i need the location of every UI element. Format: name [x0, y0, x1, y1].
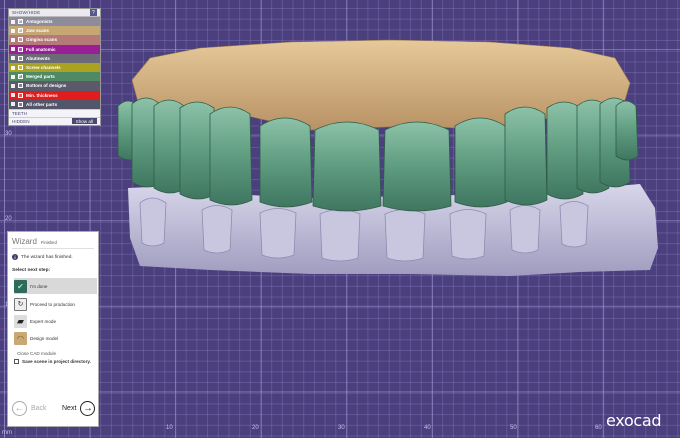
visibility-checkbox[interactable]: [18, 37, 23, 43]
graduation-cap-icon: ▰: [14, 314, 27, 328]
visibility-checkbox[interactable]: ✓: [18, 28, 23, 34]
back-label: Back: [31, 404, 47, 412]
expand-icon[interactable]: [11, 83, 15, 88]
option-label: Design model: [30, 335, 59, 341]
checkbox[interactable]: [14, 359, 19, 364]
expand-icon[interactable]: [11, 19, 15, 24]
teeth-section[interactable]: TEETH: [9, 108, 100, 117]
visibility-checkbox[interactable]: [18, 55, 23, 61]
ruler-x-label: 30: [338, 425, 345, 431]
expand-icon[interactable]: [11, 37, 15, 42]
layer-row[interactable]: Gingiva scans: [9, 35, 100, 45]
expand-icon[interactable]: [11, 28, 15, 33]
showhide-panel: SHOW/HIDE ? ✓ Antagonists ✓ Jaw scans Gingiv…: [8, 8, 101, 126]
ruler-x-label: 60: [595, 425, 602, 431]
layer-row[interactable]: Screw channels: [9, 62, 100, 73]
hidden-section[interactable]: HIDDEN Show all: [9, 116, 100, 125]
option-label: I'm done: [30, 283, 48, 289]
layer-label: Bottom of designs: [26, 83, 67, 89]
save-scene-label: Save scene in project directory.: [22, 359, 91, 364]
model-icon: ◠: [14, 331, 27, 345]
3d-viewport[interactable]: 30 20 10 10 20 30 40 50 60 mm: [0, 0, 680, 438]
info-text: The wizard has finished.: [21, 254, 73, 260]
layer-label: Jaw scans: [26, 28, 49, 34]
wizard-title: Wizard: [12, 237, 37, 246]
visibility-checkbox[interactable]: [18, 92, 23, 98]
visibility-checkbox[interactable]: [18, 101, 23, 107]
arrow-left-icon: ←: [12, 400, 27, 416]
option-expert-mode[interactable]: ▰ Expert mode: [14, 313, 97, 329]
layer-row[interactable]: ✓ Antagonists: [9, 17, 100, 27]
wizard-status: Finished: [41, 240, 57, 245]
layer-label: Gingiva scans: [26, 37, 58, 43]
layer-label: Merged parts: [26, 74, 55, 80]
production-icon: ↻: [14, 297, 27, 311]
divider: [12, 248, 94, 249]
select-next-step-label: Select next step:: [12, 268, 51, 273]
layer-label: Full anatomic: [26, 46, 56, 52]
visibility-checkbox[interactable]: ✓: [18, 74, 23, 80]
visibility-checkbox[interactable]: [18, 83, 23, 89]
layer-label: Abutments: [26, 55, 50, 61]
teeth-label: TEETH: [12, 110, 28, 116]
ruler-x-label: 10: [166, 425, 173, 431]
layer-row[interactable]: Min. thickness: [9, 90, 100, 100]
exocad-logo: exocad: [606, 411, 662, 430]
help-button[interactable]: ?: [90, 9, 97, 16]
option-im-done[interactable]: ✔ I'm done: [14, 278, 97, 294]
show-all-button[interactable]: Show all: [71, 118, 97, 125]
visibility-checkbox[interactable]: [18, 46, 23, 52]
dental-model[interactable]: [110, 38, 670, 278]
option-proceed-to-production[interactable]: ↻ Proceed to production: [14, 296, 97, 312]
wizard-info: i The wizard has finished.: [12, 254, 73, 260]
next-label: Next: [62, 404, 77, 412]
layer-label: Min. thickness: [26, 92, 58, 98]
ruler-unit: mm: [2, 430, 12, 436]
layer-row[interactable]: ✓ Merged parts: [9, 72, 100, 82]
save-scene-checkbox[interactable]: Save scene in project directory.: [14, 359, 91, 364]
info-icon: i: [12, 254, 18, 260]
ruler-x-label: 40: [424, 425, 431, 431]
expand-icon[interactable]: [11, 102, 15, 107]
ruler-x-label: 20: [252, 425, 259, 431]
layer-label: Antagonists: [26, 19, 53, 25]
layer-row[interactable]: Full anatomic: [9, 44, 100, 54]
check-icon: ✔: [14, 279, 27, 293]
expand-icon[interactable]: [11, 74, 15, 79]
layer-row[interactable]: Abutments: [9, 53, 100, 63]
visibility-checkbox[interactable]: ✓: [18, 19, 23, 25]
option-label: Expert mode: [30, 318, 57, 324]
expand-icon[interactable]: [11, 47, 15, 52]
next-button[interactable]: Next →: [62, 400, 96, 416]
expand-icon[interactable]: [11, 56, 15, 61]
showhide-header[interactable]: SHOW/HIDE ?: [9, 9, 100, 17]
ruler-y-label: 20: [5, 216, 12, 222]
showhide-title: SHOW/HIDE: [12, 10, 41, 15]
layer-label: Screw channels: [26, 65, 61, 71]
layer-row[interactable]: ✓ Jaw scans: [9, 26, 100, 36]
back-button[interactable]: ← Back: [12, 400, 47, 416]
ruler-y-label: 30: [5, 131, 12, 137]
hidden-label: HIDDEN: [12, 118, 30, 124]
ruler-x-label: 50: [510, 425, 517, 431]
layer-label: All other parts: [26, 101, 58, 107]
visibility-checkbox[interactable]: [18, 65, 23, 71]
layer-row[interactable]: All other parts: [9, 99, 100, 109]
arrow-right-icon: →: [80, 400, 96, 416]
wizard-panel: Wizard Finished i The wizard has finishe…: [7, 231, 99, 427]
layer-list: ✓ Antagonists ✓ Jaw scans Gingiva scans Full …: [9, 17, 100, 109]
expand-icon[interactable]: [11, 93, 15, 98]
close-cad-module-label: Close CAD module: [17, 351, 57, 356]
option-design-model[interactable]: ◠ Design model: [14, 330, 97, 346]
option-label: Proceed to production: [30, 301, 75, 307]
expand-icon[interactable]: [11, 65, 15, 70]
layer-row[interactable]: Bottom of designs: [9, 81, 100, 91]
